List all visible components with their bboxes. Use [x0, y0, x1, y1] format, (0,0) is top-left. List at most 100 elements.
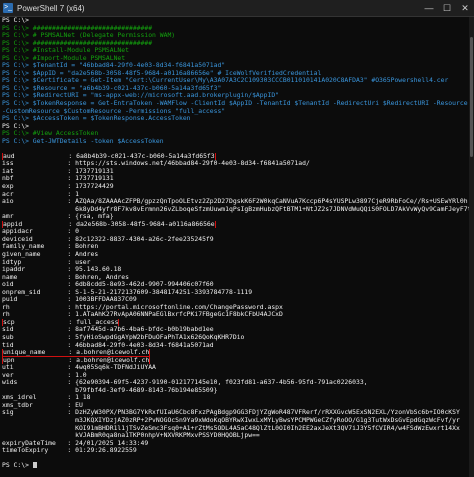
terminal-line-text: -CustomResource $CustomResource -Permiss… [2, 107, 226, 115]
terminal-line: aio : AZQAa/8ZAAAAcZFPB/gpzzQnTpoOLEtvz2… [2, 198, 474, 206]
terminal-line-text: 6k8yDd4yfr8F7kv8vErmnn26vZLboqeSfzmUuwm1… [2, 205, 474, 213]
terminal-line-text: PS C:\> $AccessToken = $TokenResponse.Ac… [2, 115, 191, 123]
terminal-line: given_name : Andres [2, 251, 474, 259]
terminal-line-text: PS C:\> $Resource = "a6b4b39-c021-437c-b… [2, 84, 222, 92]
terminal-line-text: PS C:\> #Import-Module PSMSALNet [2, 54, 126, 62]
terminal-line-text: sid : 8af7445d-a7b6-4ba6-bfdc-b0b19babd1… [2, 326, 214, 334]
terminal-line: xms_tdbr : EU [2, 402, 474, 410]
terminal-line: PS C:\> $AppID = "da2e568b-3058-48f5-968… [2, 70, 474, 78]
terminal-line-text: KOI91mBHDR1l1jTSvZeSmc3Fsq0+A1+rZtMs5ODL… [2, 424, 460, 432]
window-title: PowerShell 7 (x64) [17, 3, 85, 13]
terminal-line: sub : 5fyHioSwpdGgAYpW2bFDuOFaPhTA1x626Q… [2, 334, 474, 342]
terminal-line-text: b79fbf4d-3ef9-4689-8143-76b194e85509} [2, 386, 218, 394]
terminal-line: amr : {rsa, mfa} [2, 213, 474, 221]
terminal-line: PS C:\> ############################### [2, 40, 474, 48]
terminal-line: PS C:\> #Install-Module PSMSALNet [2, 47, 474, 55]
terminal-line-text: expiryDateTime : 24/01/2025 14:33:49 [2, 439, 149, 447]
terminal-line: family_name : Bohren [2, 243, 474, 251]
terminal-line: timeToExpiry : 01:29:26.8922559 [2, 447, 474, 455]
terminal-line: appidacr : 0 [2, 228, 474, 236]
minimize-button[interactable]: — [420, 0, 438, 16]
terminal-line-text: PS C:\> [2, 462, 29, 470]
terminal-line: PS C:\> $RedirectURI = "ms-appx-web://mi… [2, 92, 474, 100]
terminal-line: PS C:\> # PSMSALNet (Delegate Permission… [2, 32, 474, 40]
terminal-line: rh : 1.ATaAhK27RvApA06NNPaEGlBxrfcPKi7FB… [2, 311, 474, 319]
terminal-line: PS C:\> ############################### [2, 25, 474, 33]
terminal-line: appid : da2e568b-3058-48f5-9684-a0116a86… [2, 220, 474, 229]
terminal-output[interactable]: PS C:\> PS C:\> #########################… [0, 17, 474, 477]
terminal-line-text: rh : https://portal.microsoftonline.com/… [2, 303, 283, 311]
scrollbar-thumb[interactable] [470, 37, 473, 157]
terminal-line-text: xms_idrel : 1 18 [2, 394, 91, 402]
terminal-line-text: onprem_sid : S-1-5-21-2172137609-3848174… [2, 288, 253, 296]
terminal-line-text: sub : 5fyHioSwpdGgAYpW2bFDuOFaPhTA1x626Q… [2, 333, 245, 341]
terminal-line-text: ipaddr : 95.143.60.18 [2, 266, 122, 274]
terminal-line: sid : 8af7445d-a7b6-4ba6-bfdc-b0b19babd1… [2, 326, 474, 334]
terminal-line-text: PS C:\> Get-JWTDetails -token $AccessTok… [2, 137, 164, 145]
terminal-line-text: amr : {rsa, mfa} [2, 213, 114, 221]
terminal-line-text: deviceid : 82c12322-8837-4304-a26c-2fee2… [2, 235, 214, 243]
terminal-line-text: appid : da2e568b-3058-48f5-9684-a0116a86… [2, 220, 216, 229]
maximize-button[interactable]: ☐ [438, 0, 456, 16]
terminal-line: kVJABmR0qa8na1TKP0nhpV+NXVRKPMxvPSSYD0HQ… [2, 432, 474, 440]
close-button[interactable]: ✕ [456, 0, 474, 16]
terminal-line-text: PS C:\> # PSMSALNet (Delegate Permission… [2, 32, 176, 40]
terminal-line: -CustomResource $CustomResource -Permiss… [2, 108, 474, 116]
terminal-line-text: m3JKQXIYDzjAZ0zRP+2PvNOGOcSn9Ya9xWdoKqOB… [2, 416, 460, 424]
terminal-line: iat : 1737719131 [2, 168, 474, 176]
terminal-line: PS C:\> #View AccessToken [2, 130, 474, 138]
terminal-line-text: upn : a.bohren@icewolf.ch [2, 356, 151, 365]
terminal-line-text: wids : {62e90394-69f5-4237-9190-01217714… [2, 379, 368, 387]
terminal-line-text: PS C:\> ############################### [2, 39, 153, 47]
terminal-line: PS C:\> [2, 123, 474, 131]
terminal-line: aud : 6a8b4b39-c021-437c-b060-5a14a3fd65… [2, 152, 474, 161]
terminal-line: unique_name : a.bohren@icewolf.ch [2, 349, 474, 357]
terminal-line-text: sig : DzHZyW30PX/PN3BG7YkRxfUIaU6Cbc8Fxz… [2, 409, 460, 417]
terminal-line-text: PS C:\> $AppID = "da2e568b-3058-48f5-968… [2, 69, 322, 77]
terminal-line: PS C:\> $TokenResponse = Get-EntraToken … [2, 100, 474, 108]
terminal-line: acr : 1 [2, 191, 474, 199]
terminal-line-text: appidacr : 0 [2, 228, 79, 236]
terminal-line-text: iss : https://sts.windows.net/46bbad84-2… [2, 160, 310, 168]
terminal-line: PS C:\> [2, 17, 474, 25]
terminal-line: expiryDateTime : 24/01/2025 14:33:49 [2, 440, 474, 448]
terminal-line: b79fbf4d-3ef9-4689-8143-76b194e85509} [2, 387, 474, 395]
terminal-line: ver : 1.0 [2, 372, 474, 380]
terminal-line: PS C:\> [2, 462, 474, 470]
terminal-line-text: ver : 1.0 [2, 371, 87, 379]
terminal-line-text: uti : 4wq05Sq6k-TDFNdJiUYAA [2, 364, 156, 372]
terminal-line: rh : https://portal.microsoftonline.com/… [2, 304, 474, 312]
terminal-line-text: exp : 1737724429 [2, 183, 114, 191]
terminal-line-text: puid : 1003BFFDAA837C09 [2, 296, 137, 304]
window-controls: — ☐ ✕ [420, 0, 474, 16]
terminal-line: onprem_sid : S-1-5-21-2172137609-3848174… [2, 289, 474, 297]
terminal-line: scp : full_access [2, 318, 474, 327]
terminal-line: exp : 1737724429 [2, 183, 474, 191]
powershell-icon: >_ [3, 3, 13, 13]
terminal-line-text: PS C:\> $TenantId = "46bbad84-29f0-4e03-… [2, 62, 226, 70]
terminal-line-text: PS C:\> [2, 122, 29, 130]
terminal-line-text: PS C:\> #Install-Module PSMSALNet [2, 47, 129, 55]
terminal-line: PS C:\> #Import-Module PSMSALNet [2, 55, 474, 63]
terminal-line: upn : a.bohren@icewolf.ch [2, 356, 474, 365]
terminal-line-text: aud : 6a8b4b39-c021-437c-b060-5a14a3fd65… [2, 152, 216, 161]
terminal-line: KOI91mBHDR1l1jTSvZeSmc3Fsq0+A1+rZtMs5ODL… [2, 425, 474, 433]
terminal-line-text: rh : 1.ATaAhK27RvApA06NNPaEGlBxrfcPKi7FB… [2, 311, 283, 319]
terminal-line-text: PS C:\> $Certificate = Get-Item "Cert:\C… [2, 77, 449, 85]
terminal-line: uti : 4wq05Sq6k-TDFNdJiUYAA [2, 364, 474, 372]
terminal-line-text: timeToExpiry : 01:29:26.8922559 [2, 447, 137, 455]
terminal-line: name : Bohren, Andres [2, 274, 474, 282]
window-titlebar: >_ PowerShell 7 (x64) — ☐ ✕ [0, 0, 474, 17]
terminal-line: nbf : 1737719131 [2, 175, 474, 183]
terminal-line-text: xms_tdbr : EU [2, 401, 83, 409]
terminal-line: xms_idrel : 1 18 [2, 394, 474, 402]
terminal-line: sig : DzHZyW30PX/PN3BG7YkRxfUIaU6Cbc8Fxz… [2, 409, 474, 417]
terminal-line: ipaddr : 95.143.60.18 [2, 266, 474, 274]
terminal-line-text: given_name : Andres [2, 250, 99, 258]
terminal-line: PS C:\> $Resource = "a6b4b39-c021-437c-b… [2, 85, 474, 93]
terminal-line-text: idtyp : user [2, 258, 91, 266]
terminal-line-text: PS C:\> $RedirectURI = "ms-appx-web://mi… [2, 92, 280, 100]
vertical-scrollbar[interactable] [469, 17, 474, 477]
terminal-line-text: kVJABmR0qa8na1TKP0nhpV+NXVRKPMxvPSSYD0HQ… [2, 432, 260, 440]
terminal-line: iss : https://sts.windows.net/46bbad84-2… [2, 160, 474, 168]
